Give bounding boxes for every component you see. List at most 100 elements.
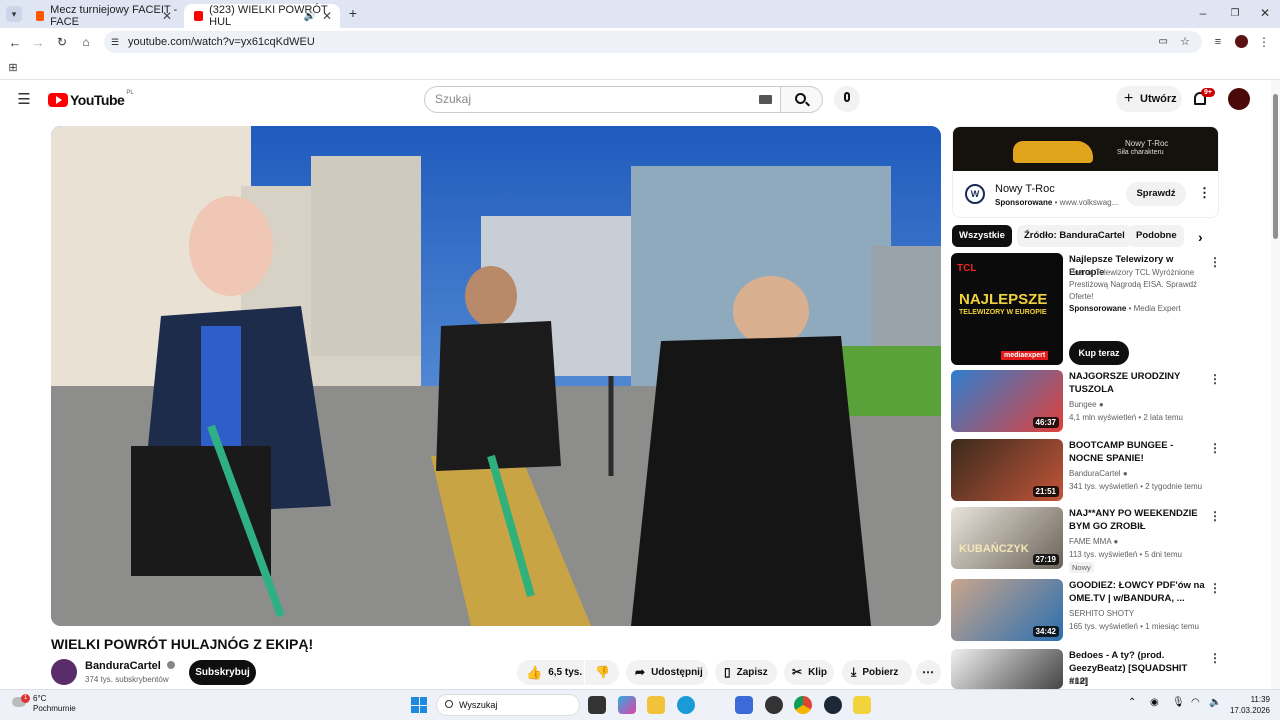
rec-title: BOOTCAMP BUNGEE - NOCNE SPANIE! xyxy=(1069,440,1174,464)
rec-more-icon[interactable]: ⋮ xyxy=(1209,372,1221,386)
more-actions-button[interactable]: ⋯ xyxy=(916,660,941,685)
minimize-icon[interactable]: – xyxy=(1196,6,1210,20)
save-button[interactable]: ▯ Zapisz xyxy=(715,660,777,685)
search-button[interactable] xyxy=(781,86,823,113)
like-button[interactable]: 👍 6,5 tys. xyxy=(517,660,584,685)
rec-more-icon[interactable]: ⋮ xyxy=(1209,651,1221,665)
voice-search-button[interactable] xyxy=(834,86,860,112)
close-window-icon[interactable]: ✕ xyxy=(1258,6,1272,20)
tray-chevron-icon[interactable]: ⌃ xyxy=(1128,697,1136,708)
tab-youtube[interactable]: (323) WIELKI POWRÓT HUL 🔊 ✕ xyxy=(184,4,340,28)
reload-icon[interactable]: ↻ xyxy=(55,34,69,50)
rec-thumbnail[interactable]: 34:42 xyxy=(951,579,1063,641)
volume-icon[interactable]: 🔈 xyxy=(1209,697,1221,708)
scrollbar-thumb[interactable] xyxy=(1273,94,1278,239)
app-icon[interactable] xyxy=(765,696,783,714)
recommendation-sponsored[interactable]: TCL NAJLEPSZE TELEWIZORY W EUROPIE media… xyxy=(951,253,1231,365)
rec-thumbnail[interactable] xyxy=(951,649,1063,689)
ad-cta-button[interactable]: Sprawdź xyxy=(1126,182,1186,206)
recommendation-item[interactable]: 34:42 GOODIEZ: ŁOWCY PDF'ów na OME.TV | … xyxy=(951,579,1231,641)
ad-banner[interactable]: Nowy T-Roc Siła charakteru xyxy=(953,127,1218,171)
account-avatar[interactable] xyxy=(1228,88,1250,110)
search-input[interactable]: Szukaj xyxy=(424,86,781,113)
subscribe-button[interactable]: Subskrybuj xyxy=(189,660,256,685)
duration-badge: 34:42 xyxy=(1032,626,1059,637)
notifications-button[interactable]: 9+ xyxy=(1192,88,1215,110)
chip-source[interactable]: Źródło: BanduraCartel xyxy=(1017,225,1132,247)
rec-channel: SERHITO SHOTY xyxy=(1069,609,1135,618)
clip-button[interactable]: ✂ Klip xyxy=(784,660,834,685)
chip-all[interactable]: Wszystkie xyxy=(952,225,1012,247)
site-info-icon[interactable]: ☰ xyxy=(111,31,119,53)
dislike-button[interactable]: 👎 xyxy=(585,660,619,685)
rec-more-icon[interactable]: ⋮ xyxy=(1209,255,1221,269)
forward-icon[interactable]: → xyxy=(31,34,45,50)
video-player[interactable] xyxy=(51,126,941,626)
start-button[interactable] xyxy=(411,697,427,713)
edge-icon[interactable] xyxy=(677,696,695,714)
sponsored-ad-card[interactable]: Nowy T-Roc Siła charakteru W Nowy T-Roc … xyxy=(952,126,1219,218)
share-button[interactable]: ➦ Udostępnij xyxy=(626,660,708,685)
profile-avatar[interactable] xyxy=(1235,35,1248,48)
network-icon[interactable]: ◉ xyxy=(1150,697,1159,708)
tab-faceit[interactable]: Mecz turniejowy FACEIT - FACE ✕ xyxy=(26,4,180,28)
rec-thumbnail[interactable]: TCL NAJLEPSZE TELEWIZORY W EUROPIE media… xyxy=(951,253,1063,365)
verified-icon xyxy=(166,661,175,669)
channel-avatar[interactable] xyxy=(51,659,77,685)
hamburger-menu-icon[interactable]: ☰ xyxy=(16,91,32,108)
channel-name[interactable]: BanduraCartel xyxy=(85,660,175,672)
home-icon[interactable]: ⌂ xyxy=(79,34,93,50)
store-icon[interactable] xyxy=(735,696,753,714)
rec-title: GOODIEZ: ŁOWCY PDF'ów na OME.TV | w/BAND… xyxy=(1069,580,1205,604)
browser-menu-icon[interactable]: ⋮ xyxy=(1258,34,1270,50)
rec-channel: Bungee ● xyxy=(1069,400,1104,409)
more-horizontal-icon: ⋯ xyxy=(922,665,934,679)
keyboard-icon[interactable] xyxy=(759,95,772,104)
ad-more-icon[interactable]: ⋮ xyxy=(1198,185,1211,201)
rec-thumbnail[interactable]: KUBAŃCZYK 27:19 xyxy=(951,507,1063,569)
apps-grid-icon[interactable]: ⊞ xyxy=(7,61,19,74)
game-launcher-icon[interactable] xyxy=(853,696,871,714)
chip-similar[interactable]: Podobne xyxy=(1129,225,1184,247)
wifi-icon[interactable]: ◠ xyxy=(1191,697,1200,708)
media-control-icon[interactable]: ≡ xyxy=(1211,34,1225,50)
new-tab-icon[interactable]: + xyxy=(346,5,360,21)
close-tab-icon[interactable]: ✕ xyxy=(162,9,172,23)
audio-playing-icon[interactable]: 🔊 xyxy=(304,11,316,22)
rec-title: NAJGORSZE URODZINY TUSZOLA xyxy=(1069,371,1181,395)
taskbar-search[interactable]: Wyszukaj xyxy=(436,694,580,716)
recommendation-item[interactable]: 21:51 BOOTCAMP BUNGEE - NOCNE SPANIE! Ba… xyxy=(951,439,1231,501)
weather-widget[interactable]: 1 6°C Pochmurnie xyxy=(12,693,92,717)
rec-meta: 4,1 mln wyświetleń • 2 lata temu xyxy=(1069,413,1183,422)
chrome-icon[interactable] xyxy=(794,696,812,714)
recommendation-item[interactable]: 46:37 NAJGORSZE URODZINY TUSZOLA Bungee … xyxy=(951,370,1231,432)
bookmark-star-icon[interactable]: ☆ xyxy=(1180,31,1190,53)
url-bar[interactable]: ☰ youtube.com/watch?v=yx61cqKdWEU ▭ ☆ xyxy=(104,31,1202,53)
copilot-icon[interactable] xyxy=(618,696,636,714)
rec-sponsor-line: Sponsorowane • Media Expert xyxy=(1069,304,1181,313)
close-tab-icon[interactable]: ✕ xyxy=(322,9,332,23)
page-scrollbar[interactable] xyxy=(1271,80,1280,689)
subscriber-count: 374 tys. subskrybentów xyxy=(85,675,169,684)
restore-icon[interactable]: ❐ xyxy=(1228,6,1242,20)
rec-more-icon[interactable]: ⋮ xyxy=(1209,441,1221,455)
install-app-icon[interactable]: ▭ xyxy=(1159,31,1168,53)
steam-icon[interactable] xyxy=(824,696,842,714)
youtube-logo[interactable]: YouTube PL xyxy=(48,90,134,108)
rec-more-icon[interactable]: ⋮ xyxy=(1209,509,1221,523)
tab-list-icon[interactable]: ▾ xyxy=(6,6,22,22)
clock[interactable]: 11:39 17.03.2026 xyxy=(1226,694,1270,716)
task-view-icon[interactable] xyxy=(588,696,606,714)
rec-thumbnail[interactable]: 21:51 xyxy=(951,439,1063,501)
file-explorer-icon[interactable] xyxy=(647,696,665,714)
rec-thumbnail[interactable]: 46:37 xyxy=(951,370,1063,432)
download-button[interactable]: ⤓ Pobierz xyxy=(842,660,912,685)
chips-next-icon[interactable]: › xyxy=(1198,229,1203,245)
buy-now-button[interactable]: Kup teraz xyxy=(1069,341,1129,365)
create-button[interactable]: + Utwórz xyxy=(1116,86,1182,112)
recommendation-item[interactable]: Bedoes - A ty? (prod. GeezyBeatz) [SQUAD… xyxy=(951,649,1231,689)
mic-tray-icon[interactable]: 🎙 xyxy=(1172,697,1185,708)
rec-more-icon[interactable]: ⋮ xyxy=(1209,581,1221,595)
recommendation-item[interactable]: KUBAŃCZYK 27:19 NAJ**ANY PO WEEKENDZIE B… xyxy=(951,507,1231,573)
back-icon[interactable]: ← xyxy=(8,34,22,50)
